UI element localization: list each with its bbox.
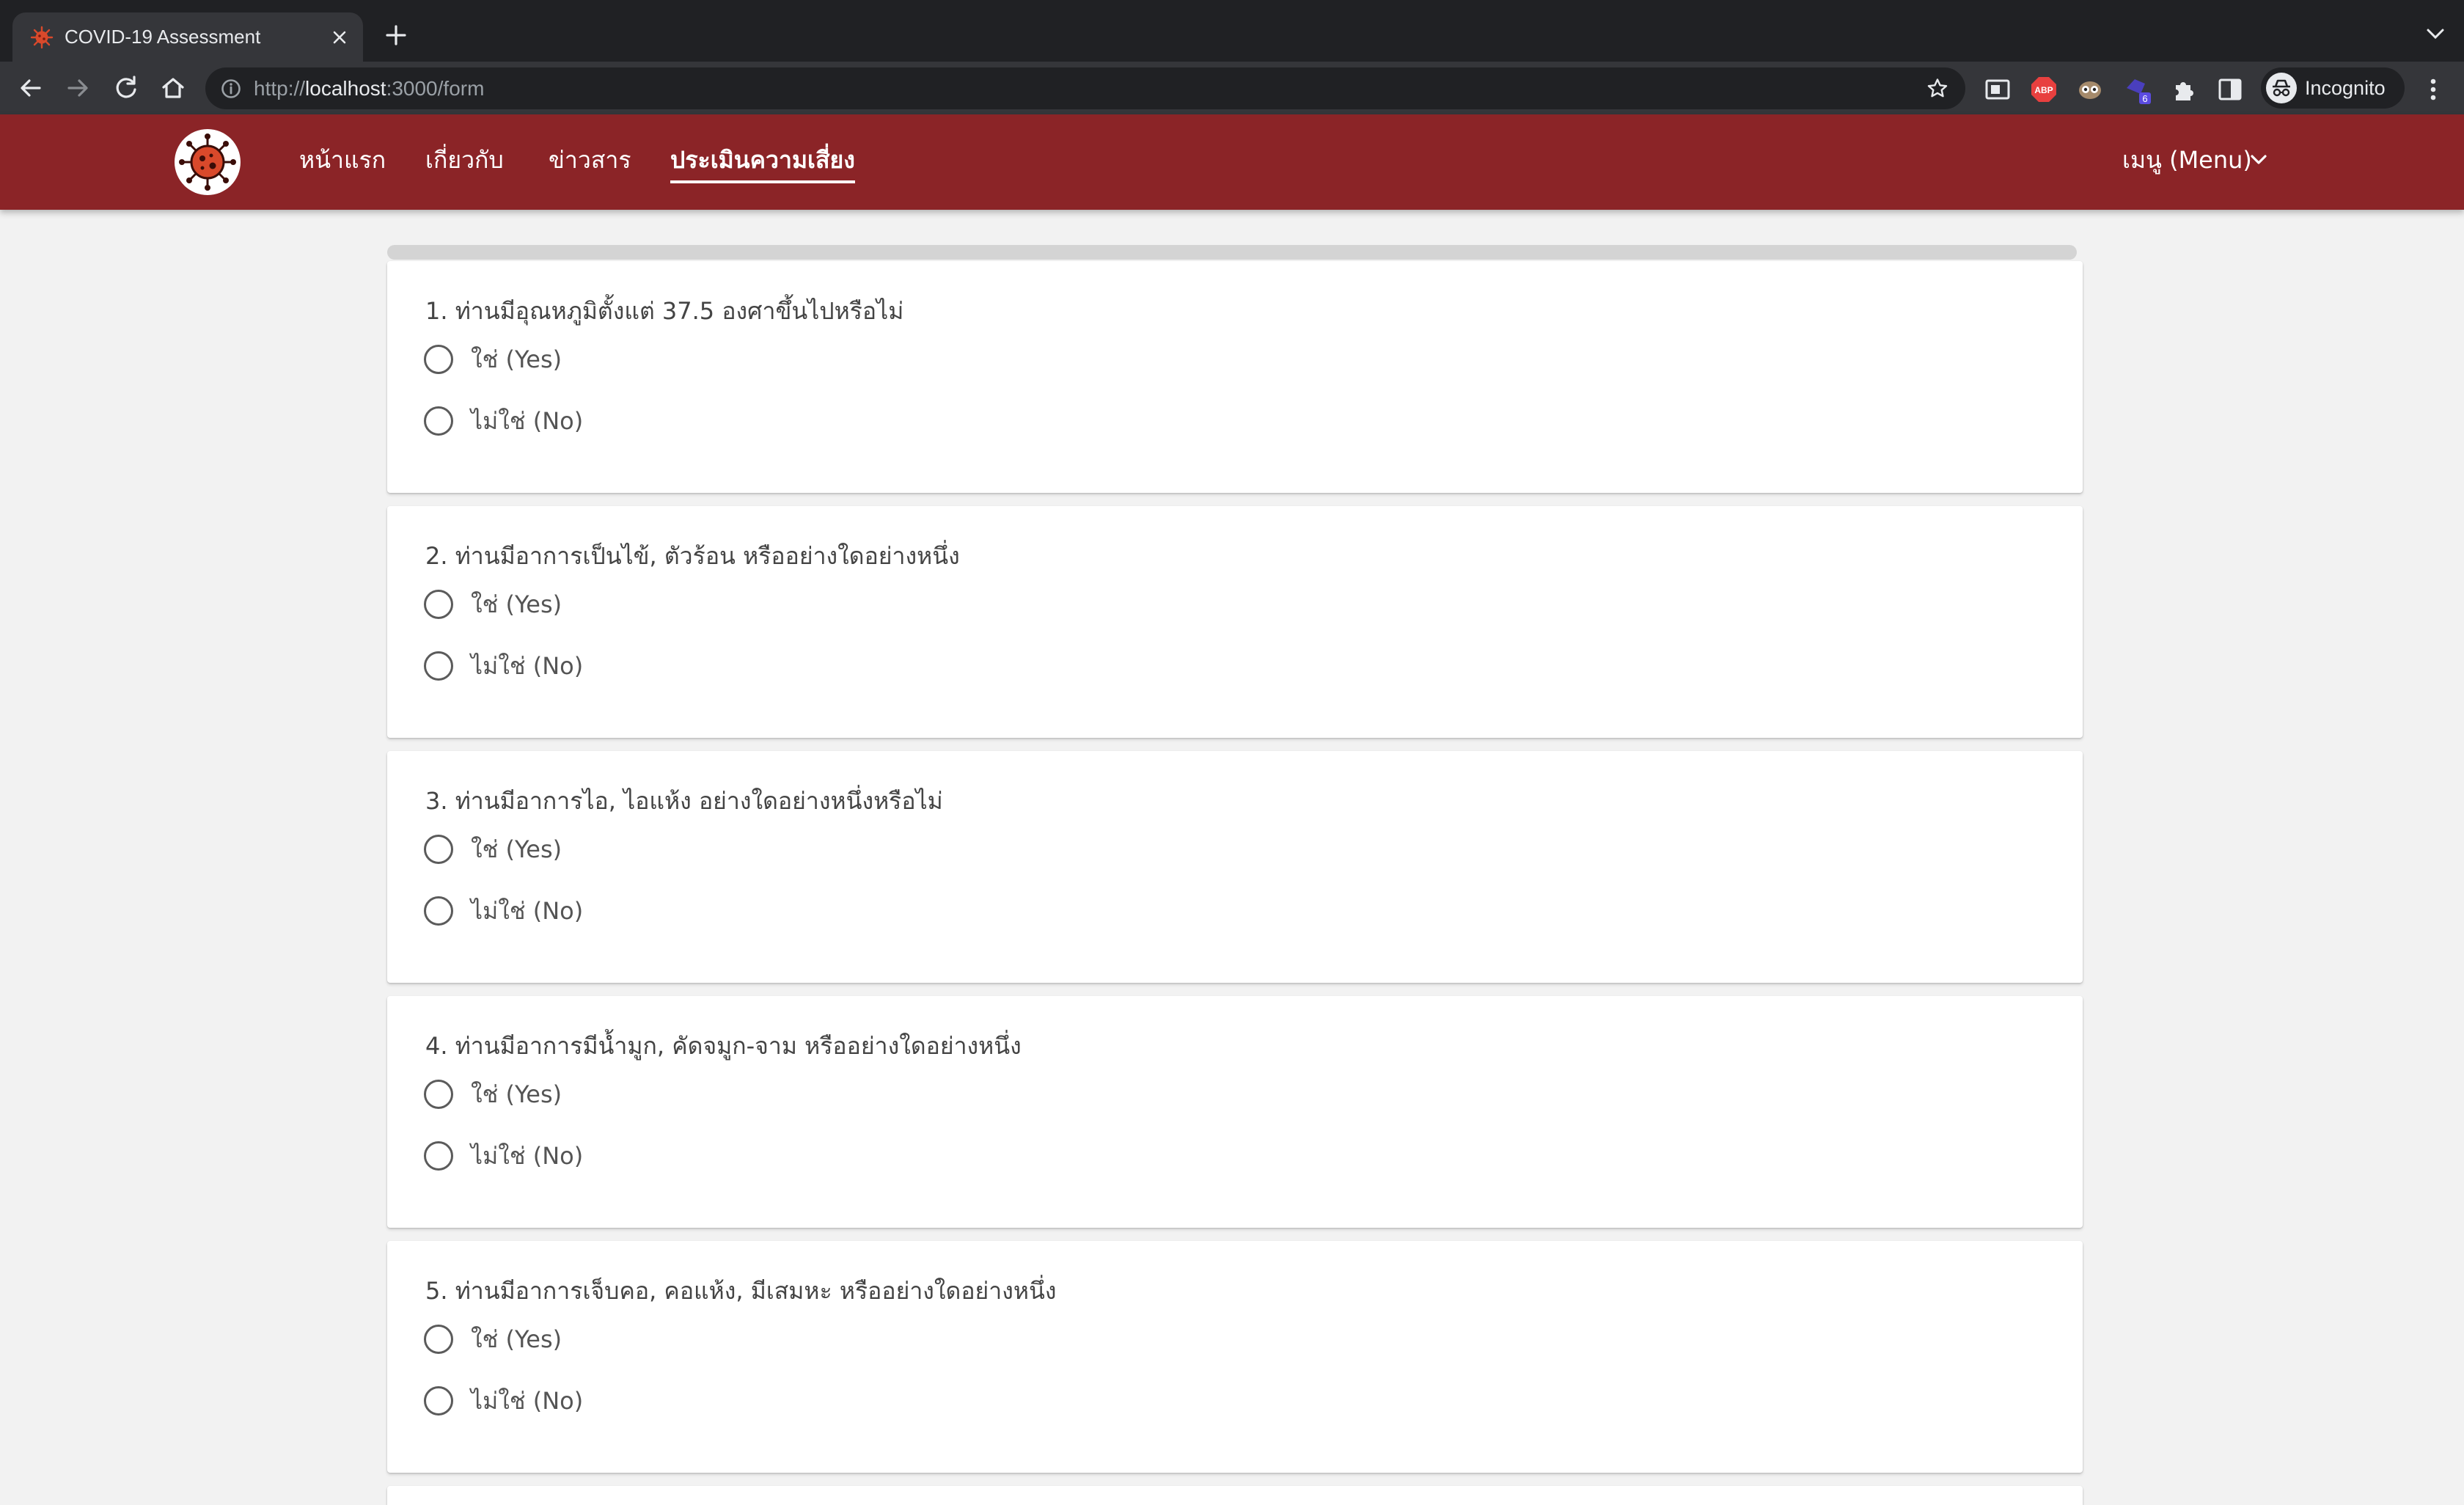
extensions-puzzle-icon[interactable]: [2169, 75, 2199, 104]
more-options-icon[interactable]: [2420, 75, 2446, 104]
question-card: [387, 1486, 2083, 1505]
question-text: 4. ท่านมีอาการมีน้ำมูก, คัดจมูก-จาม หรือ…: [425, 1032, 1022, 1060]
radio-button[interactable]: [424, 345, 453, 374]
nav-home[interactable]: หน้าแรก: [299, 144, 386, 176]
home-icon[interactable]: [157, 72, 189, 104]
radio-button[interactable]: [424, 1325, 453, 1354]
menu-dropdown[interactable]: เมนู (Menu): [2122, 144, 2252, 176]
virus-icon: [30, 26, 54, 49]
option-label: ใช่ (Yes): [471, 835, 562, 863]
question-text: 3. ท่านมีอาการไอ, ไอแห้ง อย่างใดอย่างหนึ…: [425, 787, 943, 815]
side-panel-icon[interactable]: [2215, 75, 2245, 104]
question-card: 4. ท่านมีอาการมีน้ำมูก, คัดจมูก-จาม หรือ…: [387, 996, 2083, 1228]
option-label: ใช่ (Yes): [471, 1325, 562, 1353]
site-header: หน้าแรก เกี่ยวกับ ข่าวสาร ประเมินความเสี…: [0, 114, 2464, 210]
svg-text:6: 6: [2142, 93, 2147, 104]
form-progress-bar: [387, 245, 2077, 260]
incognito-indicator[interactable]: Incognito: [2261, 67, 2405, 109]
radio-button[interactable]: [424, 1080, 453, 1109]
new-tab-plus-icon[interactable]: [383, 22, 409, 48]
option-label: ใช่ (Yes): [471, 590, 562, 618]
browser-toolbar: http://localhost:3000/form ABP 6 Incogni…: [0, 62, 2464, 114]
browser-tab-title: COVID-19 Assessment: [65, 26, 261, 48]
incognito-label: Incognito: [2305, 77, 2386, 99]
question-text: 1. ท่านมีอุณหภูมิตั้งแต่ 37.5 องศาขึ้นไป…: [425, 297, 904, 325]
puzzle-badge-icon[interactable]: 6: [2123, 75, 2152, 104]
question-card: 2. ท่านมีอาการเป็นไข้, ตัวร้อน หรืออย่าง…: [387, 506, 2083, 738]
option-label: ใช่ (Yes): [471, 345, 562, 373]
question-text: 5. ท่านมีอาการเจ็บคอ, คอแห้ง, มีเสมหะ หร…: [425, 1277, 1057, 1305]
radio-button[interactable]: [424, 1386, 453, 1416]
address-bar-url: http://localhost:3000/form: [254, 77, 485, 100]
radio-button[interactable]: [424, 651, 453, 681]
browser-tab-strip: COVID-19 Assessment: [0, 0, 2464, 62]
question-text: 2. ท่านมีอาการเป็นไข้, ตัวร้อน หรืออย่าง…: [425, 542, 960, 570]
site-logo[interactable]: [175, 129, 241, 195]
adblock-icon[interactable]: ABP: [2029, 75, 2058, 104]
nav-about[interactable]: เกี่ยวกับ: [425, 144, 504, 176]
option-label: ไม่ใช่ (No): [471, 407, 584, 435]
virus-icon: [179, 133, 236, 191]
close-icon[interactable]: [329, 27, 350, 48]
back-arrow-icon[interactable]: [15, 72, 47, 104]
incognito-icon: [2266, 73, 2297, 103]
nav-risk-assessment[interactable]: ประเมินความเสี่ยง: [670, 144, 855, 176]
question-card: 1. ท่านมีอุณหภูมิตั้งแต่ 37.5 องศาขึ้นไป…: [387, 261, 2083, 493]
radio-button[interactable]: [424, 896, 453, 926]
radio-button[interactable]: [424, 590, 453, 619]
option-label: ไม่ใช่ (No): [471, 897, 584, 925]
option-label: ไม่ใช่ (No): [471, 1142, 584, 1170]
star-icon[interactable]: [1926, 77, 1949, 100]
browser-tab[interactable]: COVID-19 Assessment: [12, 12, 363, 62]
address-bar[interactable]: http://localhost:3000/form: [205, 67, 1965, 109]
owl-extension-icon[interactable]: [2075, 75, 2105, 104]
reload-icon[interactable]: [110, 72, 142, 104]
forward-arrow-icon[interactable]: [62, 72, 94, 104]
option-label: ไม่ใช่ (No): [471, 1387, 584, 1415]
chevron-down-icon[interactable]: [2424, 25, 2446, 43]
radio-button[interactable]: [424, 406, 453, 436]
chevron-down-icon[interactable]: [2250, 154, 2267, 166]
option-label: ไม่ใช่ (No): [471, 652, 584, 680]
question-card: 3. ท่านมีอาการไอ, ไอแห้ง อย่างใดอย่างหนึ…: [387, 751, 2083, 983]
svg-text:ABP: ABP: [2034, 85, 2053, 95]
nav-news[interactable]: ข่าวสาร: [549, 144, 631, 176]
cast-screen-icon[interactable]: [1983, 75, 2012, 104]
active-nav-underline: [670, 180, 855, 183]
radio-button[interactable]: [424, 1141, 453, 1171]
question-card: 5. ท่านมีอาการเจ็บคอ, คอแห้ง, มีเสมหะ หร…: [387, 1241, 2083, 1473]
radio-button[interactable]: [424, 835, 453, 864]
option-label: ใช่ (Yes): [471, 1080, 562, 1108]
info-icon[interactable]: [220, 78, 242, 100]
